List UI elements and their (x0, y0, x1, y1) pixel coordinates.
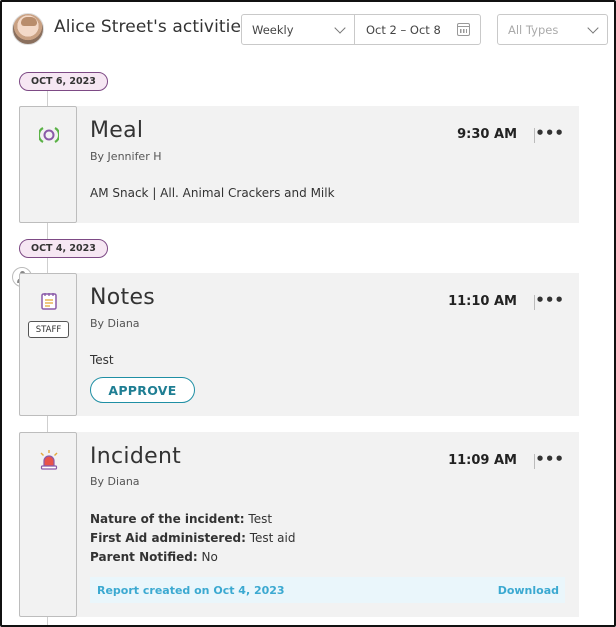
date-range-field[interactable]: Oct 2 – Oct 8 (355, 15, 480, 44)
activity-card-notes: Notes By Diana 11:10 AM ••• Test APPROVE (77, 273, 579, 416)
activity-time: 11:09 AM (448, 453, 517, 468)
date-range-value: Oct 2 – Oct 8 (366, 22, 441, 37)
activity-description: Test (90, 353, 114, 367)
activity-icon-column (19, 106, 77, 223)
field-value: No (201, 550, 218, 564)
field-label: First Aid administered: (90, 531, 246, 545)
meal-icon (39, 127, 59, 143)
chevron-down-icon (334, 22, 346, 34)
period-select[interactable]: Weekly (242, 15, 355, 44)
page-title: Alice Street's activities (54, 17, 251, 37)
date-pill: OCT 6, 2023 (19, 72, 108, 91)
field-value: Test (248, 512, 273, 526)
download-link[interactable]: Download (498, 584, 559, 597)
activity-type-title: Notes (90, 285, 156, 310)
incident-field-parent-notified: Parent Notified: No (90, 550, 218, 564)
activity-card-meal: Meal By Jennifer H 9:30 AM ••• AM Snack … (77, 106, 579, 223)
activity-description: AM Snack | All. Animal Crackers and Milk (90, 186, 335, 200)
activity-author: By Jennifer H (90, 150, 162, 163)
field-value: Test aid (249, 531, 296, 545)
period-select-value: Weekly (252, 22, 294, 37)
activity-type-placeholder: All Types (508, 22, 559, 37)
siren-icon (40, 450, 58, 470)
notes-icon (41, 293, 57, 310)
activity-feed-window: Alice Street's activities Weekly Oct 2 –… (0, 0, 616, 627)
staff-badge: STAFF (28, 321, 69, 338)
report-created-text: Report created on Oct 4, 2023 (97, 583, 285, 597)
date-pill: OCT 4, 2023 (19, 239, 108, 258)
incident-field-first-aid: First Aid administered: Test aid (90, 531, 295, 545)
activity-time: 9:30 AM (457, 127, 517, 142)
activity-time: 11:10 AM (448, 294, 517, 309)
avatar (12, 13, 44, 45)
more-options-icon[interactable]: ••• (535, 124, 564, 142)
field-label: Parent Notified: (90, 550, 198, 564)
incident-field-nature: Nature of the incident: Test (90, 512, 272, 526)
activity-type-title: Meal (90, 118, 144, 143)
report-bar: Report created on Oct 4, 2023 Download (90, 577, 565, 603)
field-label: Nature of the incident: (90, 512, 245, 526)
chevron-down-icon (587, 22, 599, 34)
activity-card-incident: Incident By Diana 11:09 AM ••• Nature of… (77, 432, 579, 617)
activity-author: By Diana (90, 317, 140, 330)
more-options-icon[interactable]: ••• (535, 450, 564, 468)
activity-author: By Diana (90, 475, 140, 488)
activity-type-select[interactable]: All Types (497, 14, 608, 45)
activity-icon-column: STAFF (19, 273, 77, 416)
calendar-icon[interactable] (457, 23, 470, 36)
activity-icon-column (19, 432, 77, 617)
activity-type-title: Incident (90, 444, 182, 469)
date-range-picker: Weekly Oct 2 – Oct 8 (241, 14, 481, 45)
more-options-icon[interactable]: ••• (535, 291, 564, 309)
approve-button[interactable]: APPROVE (90, 377, 195, 403)
